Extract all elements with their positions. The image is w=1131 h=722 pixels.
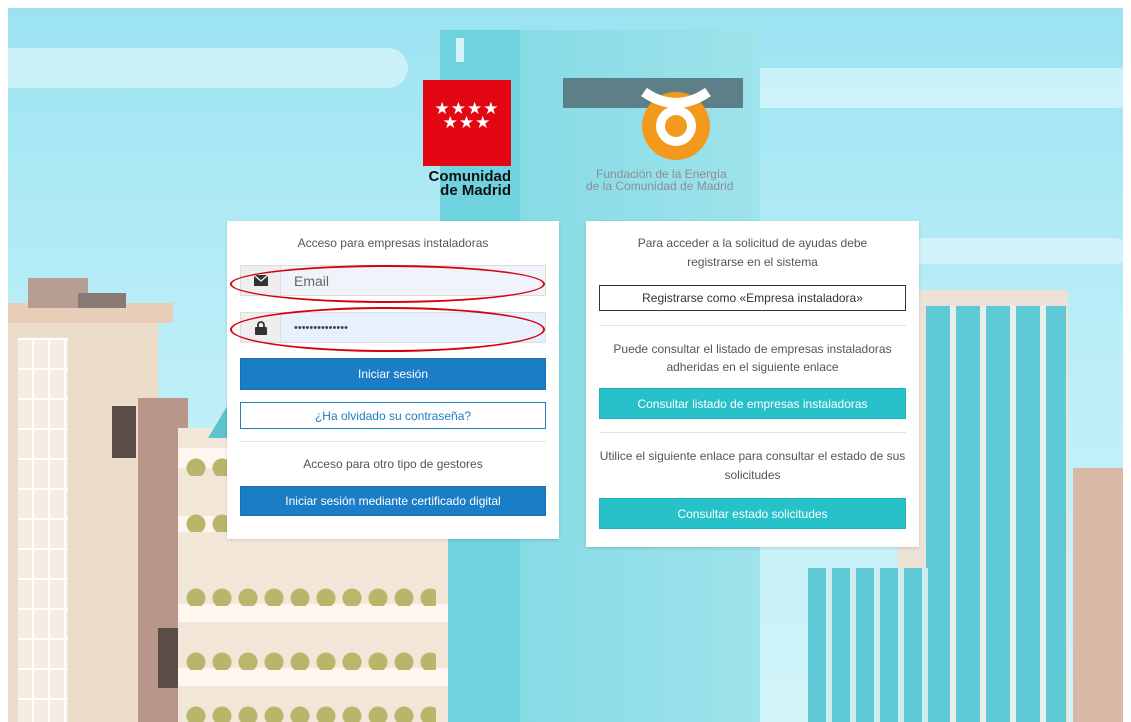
login-panel: Acceso para empresas instaladoras Email …: [227, 221, 559, 539]
fundacion-name: Fundación de la Energía de la Comunidad …: [586, 167, 734, 193]
status-text: Utilice el siguiente enlace para consult…: [599, 449, 906, 482]
fundacion-symbol-icon: [641, 87, 711, 160]
certificate-login-button[interactable]: Iniciar sesión mediante certificado digi…: [240, 486, 546, 516]
divider: [599, 325, 906, 326]
divider: [599, 432, 906, 433]
login-panel-title: Acceso para empresas instaladoras: [297, 236, 489, 250]
fundacion-energia-logo: Fundación de la Energía de la Comunidad …: [586, 82, 786, 192]
stars-icon: ★★★★ ★★★: [434, 99, 500, 132]
list-text: Puede consultar el listado de empresas i…: [613, 342, 892, 374]
info-panel: Para acceder a la solicitud de ayudas de…: [586, 221, 919, 547]
forgot-password-button[interactable]: ¿Ha olvidado su contraseña?: [240, 402, 546, 429]
lock-icon: [241, 313, 281, 342]
password-input[interactable]: ••••••••••••••: [281, 322, 348, 334]
email-input[interactable]: Email: [281, 273, 329, 289]
other-access-title: Acceso para otro tipo de gestores: [303, 457, 483, 471]
register-text: Para acceder a la solicitud de ayudas de…: [637, 236, 868, 269]
register-button[interactable]: Registrarse como «Empresa instaladora»: [599, 285, 906, 311]
comunidad-flag: ★★★★ ★★★: [423, 80, 511, 166]
status-button[interactable]: Consultar estado solicitudes: [599, 498, 906, 529]
tower-letters: [523, 548, 753, 608]
email-field[interactable]: Email: [240, 265, 546, 296]
comunidad-name: Comunidad de Madrid: [428, 168, 512, 199]
divider: [240, 441, 546, 442]
login-button[interactable]: Iniciar sesión: [240, 358, 546, 390]
comunidad-de-madrid-logo: ★★★★ ★★★ Comunidad de Madrid: [423, 80, 511, 198]
password-field[interactable]: ••••••••••••••: [240, 312, 546, 343]
background-illustration: [8, 8, 1123, 722]
list-button[interactable]: Consultar listado de empresas instalador…: [599, 388, 906, 419]
envelope-icon: [241, 266, 281, 295]
